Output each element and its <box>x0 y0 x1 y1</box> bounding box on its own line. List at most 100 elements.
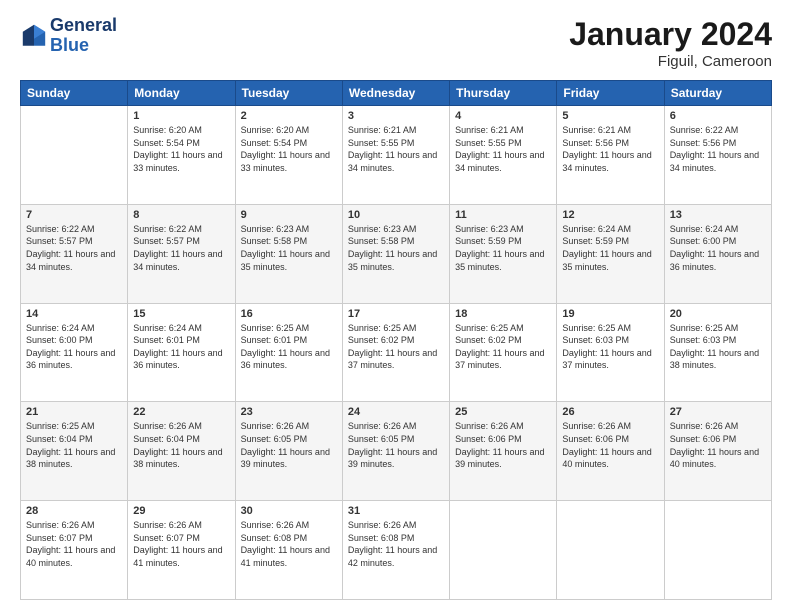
calendar-cell: 9 Sunrise: 6:23 AMSunset: 5:58 PMDaylight… <box>235 204 342 303</box>
day-number: 10 <box>348 209 444 221</box>
day-info: Sunrise: 6:20 AMSunset: 5:54 PMDaylight:… <box>133 124 229 174</box>
day-info: Sunrise: 6:23 AMSunset: 5:59 PMDaylight:… <box>455 223 551 273</box>
day-header-saturday: Saturday <box>664 81 771 106</box>
calendar-cell: 8 Sunrise: 6:22 AMSunset: 5:57 PMDaylight… <box>128 204 235 303</box>
day-number: 25 <box>455 406 551 418</box>
day-number: 30 <box>241 505 337 517</box>
day-number: 17 <box>348 308 444 320</box>
day-number: 14 <box>26 308 122 320</box>
day-info: Sunrise: 6:23 AMSunset: 5:58 PMDaylight:… <box>241 223 337 273</box>
day-number: 4 <box>455 110 551 122</box>
day-info: Sunrise: 6:26 AMSunset: 6:05 PMDaylight:… <box>241 420 337 470</box>
page: General Blue January 2024 Figuil, Camero… <box>0 0 792 612</box>
calendar-cell: 1 Sunrise: 6:20 AMSunset: 5:54 PMDaylight… <box>128 106 235 205</box>
days-header-row: SundayMondayTuesdayWednesdayThursdayFrid… <box>21 81 772 106</box>
logo: General Blue <box>20 16 117 56</box>
day-number: 7 <box>26 209 122 221</box>
day-number: 19 <box>562 308 658 320</box>
day-info: Sunrise: 6:26 AMSunset: 6:08 PMDaylight:… <box>241 519 337 569</box>
day-info: Sunrise: 6:26 AMSunset: 6:08 PMDaylight:… <box>348 519 444 569</box>
calendar-cell: 13 Sunrise: 6:24 AMSunset: 6:00 PMDayligh… <box>664 204 771 303</box>
calendar-cell: 16Sunrise: 6:25 AMSunset: 6:01 PMDayligh… <box>235 303 342 402</box>
calendar-cell <box>21 106 128 205</box>
day-info: Sunrise: 6:26 AMSunset: 6:04 PMDaylight:… <box>133 420 229 470</box>
day-info: Sunrise: 6:26 AMSunset: 6:06 PMDaylight:… <box>455 420 551 470</box>
day-header-tuesday: Tuesday <box>235 81 342 106</box>
day-number: 3 <box>348 110 444 122</box>
day-info: Sunrise: 6:26 AMSunset: 6:07 PMDaylight:… <box>26 519 122 569</box>
calendar-cell: 18Sunrise: 6:25 AMSunset: 6:02 PMDayligh… <box>450 303 557 402</box>
day-info: Sunrise: 6:23 AMSunset: 5:58 PMDaylight:… <box>348 223 444 273</box>
day-number: 28 <box>26 505 122 517</box>
day-number: 22 <box>133 406 229 418</box>
day-header-sunday: Sunday <box>21 81 128 106</box>
day-number: 12 <box>562 209 658 221</box>
calendar-cell <box>450 501 557 600</box>
calendar-cell: 7Sunrise: 6:22 AMSunset: 5:57 PMDaylight… <box>21 204 128 303</box>
day-info: Sunrise: 6:21 AMSunset: 5:56 PMDaylight:… <box>562 124 658 174</box>
calendar-cell: 21 Sunrise: 6:25 AMSunset: 6:04 PMDayligh… <box>21 402 128 501</box>
day-number: 2 <box>241 110 337 122</box>
calendar-cell: 26 Sunrise: 6:26 AMSunset: 6:06 PMDayligh… <box>557 402 664 501</box>
day-number: 21 <box>26 406 122 418</box>
logo-text-block: General Blue <box>50 16 117 56</box>
calendar-cell: 2 Sunrise: 6:20 AMSunset: 5:54 PMDaylight… <box>235 106 342 205</box>
main-title: January 2024 <box>569 16 772 53</box>
calendar-cell: 15Sunrise: 6:24 AMSunset: 6:01 PMDayligh… <box>128 303 235 402</box>
week-row-4: 21 Sunrise: 6:25 AMSunset: 6:04 PMDayligh… <box>21 402 772 501</box>
title-block: January 2024 Figuil, Cameroon <box>569 16 772 70</box>
day-number: 20 <box>670 308 766 320</box>
day-number: 24 <box>348 406 444 418</box>
calendar-cell: 22 Sunrise: 6:26 AMSunset: 6:04 PMDayligh… <box>128 402 235 501</box>
day-info: Sunrise: 6:24 AMSunset: 6:00 PMDaylight:… <box>670 223 766 273</box>
calendar-cell: 11Sunrise: 6:23 AMSunset: 5:59 PMDayligh… <box>450 204 557 303</box>
calendar-cell: 3 Sunrise: 6:21 AMSunset: 5:55 PMDaylight… <box>342 106 449 205</box>
day-number: 27 <box>670 406 766 418</box>
day-info: Sunrise: 6:26 AMSunset: 6:06 PMDaylight:… <box>670 420 766 470</box>
calendar-cell <box>557 501 664 600</box>
calendar-cell: 23 Sunrise: 6:26 AMSunset: 6:05 PMDayligh… <box>235 402 342 501</box>
day-info: Sunrise: 6:26 AMSunset: 6:07 PMDaylight:… <box>133 519 229 569</box>
day-info: Sunrise: 6:25 AMSunset: 6:04 PMDaylight:… <box>26 420 122 470</box>
day-info: Sunrise: 6:24 AMSunset: 6:01 PMDaylight:… <box>133 322 229 372</box>
logo-line1: General <box>50 16 117 36</box>
calendar-cell: 28 Sunrise: 6:26 AMSunset: 6:07 PMDayligh… <box>21 501 128 600</box>
subtitle: Figuil, Cameroon <box>569 53 772 70</box>
day-number: 29 <box>133 505 229 517</box>
day-info: Sunrise: 6:21 AMSunset: 5:55 PMDaylight:… <box>348 124 444 174</box>
calendar-cell: 5 Sunrise: 6:21 AMSunset: 5:56 PMDaylight… <box>557 106 664 205</box>
calendar-cell: 24 Sunrise: 6:26 AMSunset: 6:05 PMDayligh… <box>342 402 449 501</box>
day-info: Sunrise: 6:25 AMSunset: 6:03 PMDaylight:… <box>670 322 766 372</box>
day-number: 23 <box>241 406 337 418</box>
day-info: Sunrise: 6:20 AMSunset: 5:54 PMDaylight:… <box>241 124 337 174</box>
day-info: Sunrise: 6:26 AMSunset: 6:05 PMDaylight:… <box>348 420 444 470</box>
day-number: 8 <box>133 209 229 221</box>
calendar-cell <box>664 501 771 600</box>
day-number: 9 <box>241 209 337 221</box>
calendar-cell: 29 Sunrise: 6:26 AMSunset: 6:07 PMDayligh… <box>128 501 235 600</box>
day-number: 13 <box>670 209 766 221</box>
week-row-5: 28 Sunrise: 6:26 AMSunset: 6:07 PMDayligh… <box>21 501 772 600</box>
day-number: 26 <box>562 406 658 418</box>
day-info: Sunrise: 6:22 AMSunset: 5:57 PMDaylight:… <box>133 223 229 273</box>
day-info: Sunrise: 6:21 AMSunset: 5:55 PMDaylight:… <box>455 124 551 174</box>
day-number: 6 <box>670 110 766 122</box>
day-info: Sunrise: 6:22 AMSunset: 5:56 PMDaylight:… <box>670 124 766 174</box>
day-info: Sunrise: 6:24 AMSunset: 5:59 PMDaylight:… <box>562 223 658 273</box>
calendar-cell: 10 Sunrise: 6:23 AMSunset: 5:58 PMDayligh… <box>342 204 449 303</box>
week-row-3: 14Sunrise: 6:24 AMSunset: 6:00 PMDayligh… <box>21 303 772 402</box>
calendar-cell: 31 Sunrise: 6:26 AMSunset: 6:08 PMDayligh… <box>342 501 449 600</box>
calendar-cell: 30 Sunrise: 6:26 AMSunset: 6:08 PMDayligh… <box>235 501 342 600</box>
week-row-2: 7 Sunrise: 6:22 AMSunset: 5:57 PMDaylight… <box>21 204 772 303</box>
day-number: 18 <box>455 308 551 320</box>
calendar-cell: 19Sunrise: 6:25 AMSunset: 6:03 PMDayligh… <box>557 303 664 402</box>
calendar-cell: 20 Sunrise: 6:25 AMSunset: 6:03 PMDayligh… <box>664 303 771 402</box>
day-header-thursday: Thursday <box>450 81 557 106</box>
day-number: 31 <box>348 505 444 517</box>
day-header-monday: Monday <box>128 81 235 106</box>
day-number: 5 <box>562 110 658 122</box>
day-info: Sunrise: 6:26 AMSunset: 6:06 PMDaylight:… <box>562 420 658 470</box>
calendar-cell: 17Sunrise: 6:25 AMSunset: 6:02 PMDayligh… <box>342 303 449 402</box>
header: General Blue January 2024 Figuil, Camero… <box>20 16 772 70</box>
day-number: 1 <box>133 110 229 122</box>
